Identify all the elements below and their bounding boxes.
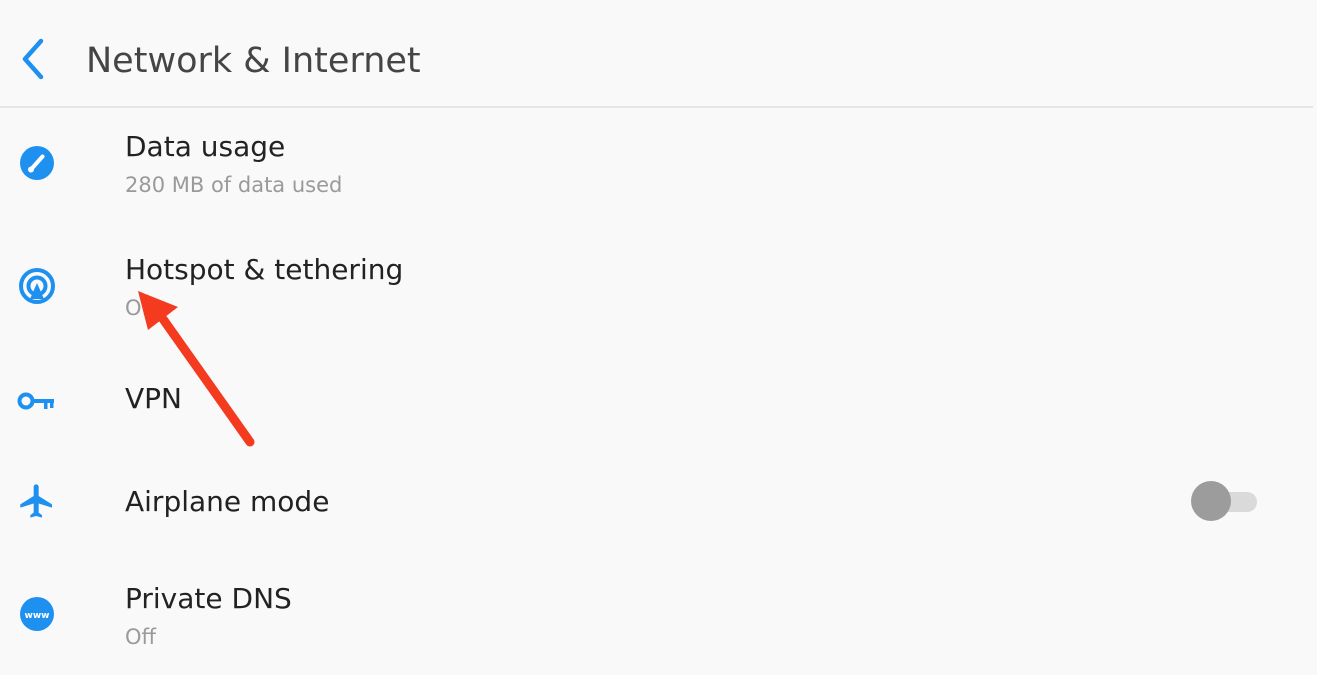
settings-screen: Network & Internet Data usage 280 MB of … <box>0 0 1317 675</box>
settings-item-summary: 280 MB of data used <box>125 173 343 197</box>
data-usage-gauge-icon <box>16 142 58 184</box>
www-globe-icon: www <box>16 593 58 635</box>
settings-item-summary: Off <box>125 625 156 649</box>
page-title: Network & Internet <box>86 41 421 81</box>
settings-item-private-dns[interactable]: www Private DNS Off <box>0 560 1313 670</box>
chevron-left-icon <box>22 38 44 80</box>
settings-item-title: Airplane mode <box>125 485 330 518</box>
settings-item-hotspot-tethering[interactable]: Hotspot & tethering Off <box>0 234 1313 344</box>
settings-item-title: Private DNS <box>125 582 292 615</box>
settings-item-vpn[interactable]: VPN <box>0 356 1313 446</box>
toggle-thumb <box>1191 481 1231 521</box>
settings-item-summary: Off <box>125 296 156 320</box>
app-bar: Network & Internet <box>0 0 1313 108</box>
svg-text:www: www <box>25 611 50 621</box>
settings-item-title: Data usage <box>125 130 286 163</box>
settings-item-data-usage[interactable]: Data usage 280 MB of data used <box>0 112 1313 222</box>
hotspot-icon <box>16 265 58 307</box>
settings-item-airplane-mode[interactable]: Airplane mode <box>0 458 1313 548</box>
airplane-mode-toggle[interactable] <box>1191 481 1259 521</box>
settings-item-title: VPN <box>125 382 182 415</box>
back-button[interactable] <box>4 26 60 92</box>
settings-item-title: Hotspot & tethering <box>125 253 404 286</box>
key-icon <box>16 380 58 422</box>
airplane-icon <box>16 480 58 522</box>
